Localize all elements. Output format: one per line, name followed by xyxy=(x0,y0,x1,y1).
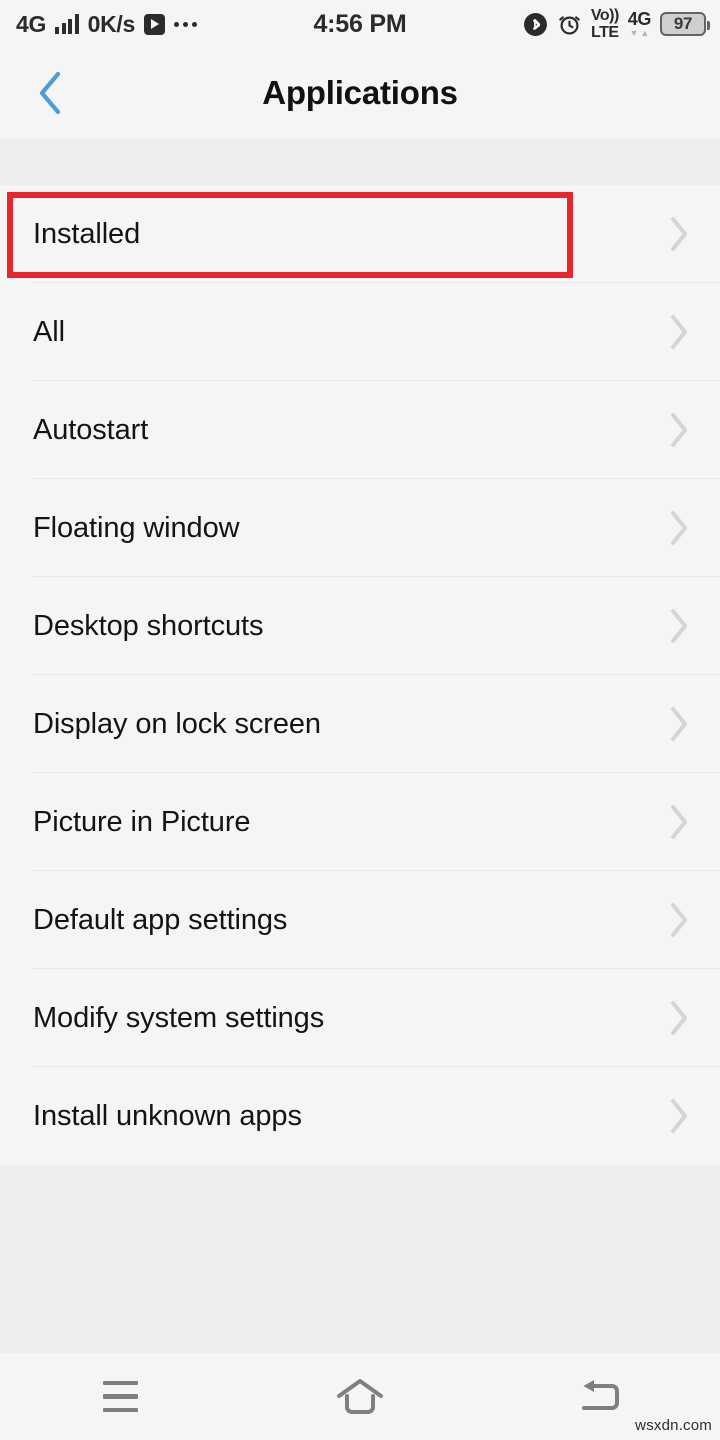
app-header: Applications xyxy=(0,48,720,138)
list-item-label: Picture in Picture xyxy=(33,805,251,838)
nav-home-button[interactable] xyxy=(240,1353,480,1440)
volte-indicator: Vo)) LTE xyxy=(590,6,619,41)
chevron-right-icon xyxy=(668,608,690,644)
chevron-left-icon xyxy=(39,71,61,115)
chevron-right-icon xyxy=(668,706,690,742)
list-item-install-unknown-apps[interactable]: Install unknown apps xyxy=(0,1067,720,1165)
list-item-modify-system-settings[interactable]: Modify system settings xyxy=(0,969,720,1067)
list-item-label: Installed xyxy=(33,217,141,250)
battery-level-label: 97 xyxy=(673,14,693,33)
list-item-label: All xyxy=(33,315,65,348)
chevron-right-icon xyxy=(668,510,690,546)
network-right-label: 4G xyxy=(627,9,652,29)
phone-screen: 4G 0K/s 4:56 PM Vo)) LTE 4G ▼ ▲ 97 Appli… xyxy=(0,0,720,1440)
list-item-label: Autostart xyxy=(33,413,149,446)
list-item-autostart[interactable]: Autostart xyxy=(0,381,720,479)
volte-bottom-label: LTE xyxy=(591,23,619,41)
page-title: Applications xyxy=(262,74,458,111)
watermark: wsxdn.com xyxy=(635,1417,712,1434)
list-item-default-app-settings[interactable]: Default app settings xyxy=(0,871,720,969)
chevron-right-icon xyxy=(668,314,690,350)
play-badge-icon xyxy=(143,13,165,35)
status-clock: 4:56 PM xyxy=(313,9,407,38)
back-button[interactable] xyxy=(18,61,82,125)
back-arrow-icon xyxy=(582,1379,619,1410)
list-item-display-on-lock-screen[interactable]: Display on lock screen xyxy=(0,675,720,773)
chevron-right-icon xyxy=(668,1000,690,1036)
network-indicator-right: 4G ▼ ▲ xyxy=(627,9,652,38)
list-item-installed[interactable]: Installed xyxy=(0,185,720,283)
status-bar-right: Vo)) LTE 4G ▼ ▲ 97 xyxy=(523,6,710,41)
bluetooth-icon xyxy=(523,12,547,36)
volte-top-label: Vo)) xyxy=(590,6,619,24)
data-traffic-arrows: ▼ ▲ xyxy=(629,29,649,38)
signal-bars-icon xyxy=(55,14,79,34)
menu-icon xyxy=(102,1380,138,1413)
chevron-right-icon xyxy=(668,1098,690,1134)
nav-menu-button[interactable] xyxy=(0,1353,240,1440)
data-down-icon: ▼ xyxy=(629,28,639,38)
list-item-label: Floating window xyxy=(33,511,240,544)
battery-icon: 97 xyxy=(660,12,710,36)
network-type-label: 4G xyxy=(16,10,47,37)
list-item-label: Display on lock screen xyxy=(33,707,321,740)
list-item-label: Modify system settings xyxy=(33,1001,325,1034)
list-top-spacer xyxy=(0,138,720,185)
list-item-floating-window[interactable]: Floating window xyxy=(0,479,720,577)
status-bar-left: 4G 0K/s xyxy=(16,10,197,37)
more-dots-icon xyxy=(173,21,197,27)
list-item-label: Install unknown apps xyxy=(33,1099,302,1132)
home-icon xyxy=(337,1378,383,1414)
data-rate-label: 0K/s xyxy=(87,10,136,37)
settings-list: Installed All Autostart Floating window xyxy=(0,185,720,1165)
chevron-right-icon xyxy=(668,216,690,252)
list-item-label: Default app settings xyxy=(33,903,288,936)
list-item-desktop-shortcuts[interactable]: Desktop shortcuts xyxy=(0,577,720,675)
list-bottom-spacer xyxy=(0,1165,720,1356)
chevron-right-icon xyxy=(668,902,690,938)
list-item-all[interactable]: All xyxy=(0,283,720,381)
list-item-picture-in-picture[interactable]: Picture in Picture xyxy=(0,773,720,871)
data-up-icon: ▲ xyxy=(640,28,650,38)
chevron-right-icon xyxy=(668,804,690,840)
system-navigation-bar xyxy=(0,1353,720,1440)
list-item-label: Desktop shortcuts xyxy=(33,609,264,642)
alarm-clock-icon xyxy=(559,15,580,35)
chevron-right-icon xyxy=(668,412,690,448)
status-bar: 4G 0K/s 4:56 PM Vo)) LTE 4G ▼ ▲ 97 xyxy=(0,0,720,48)
